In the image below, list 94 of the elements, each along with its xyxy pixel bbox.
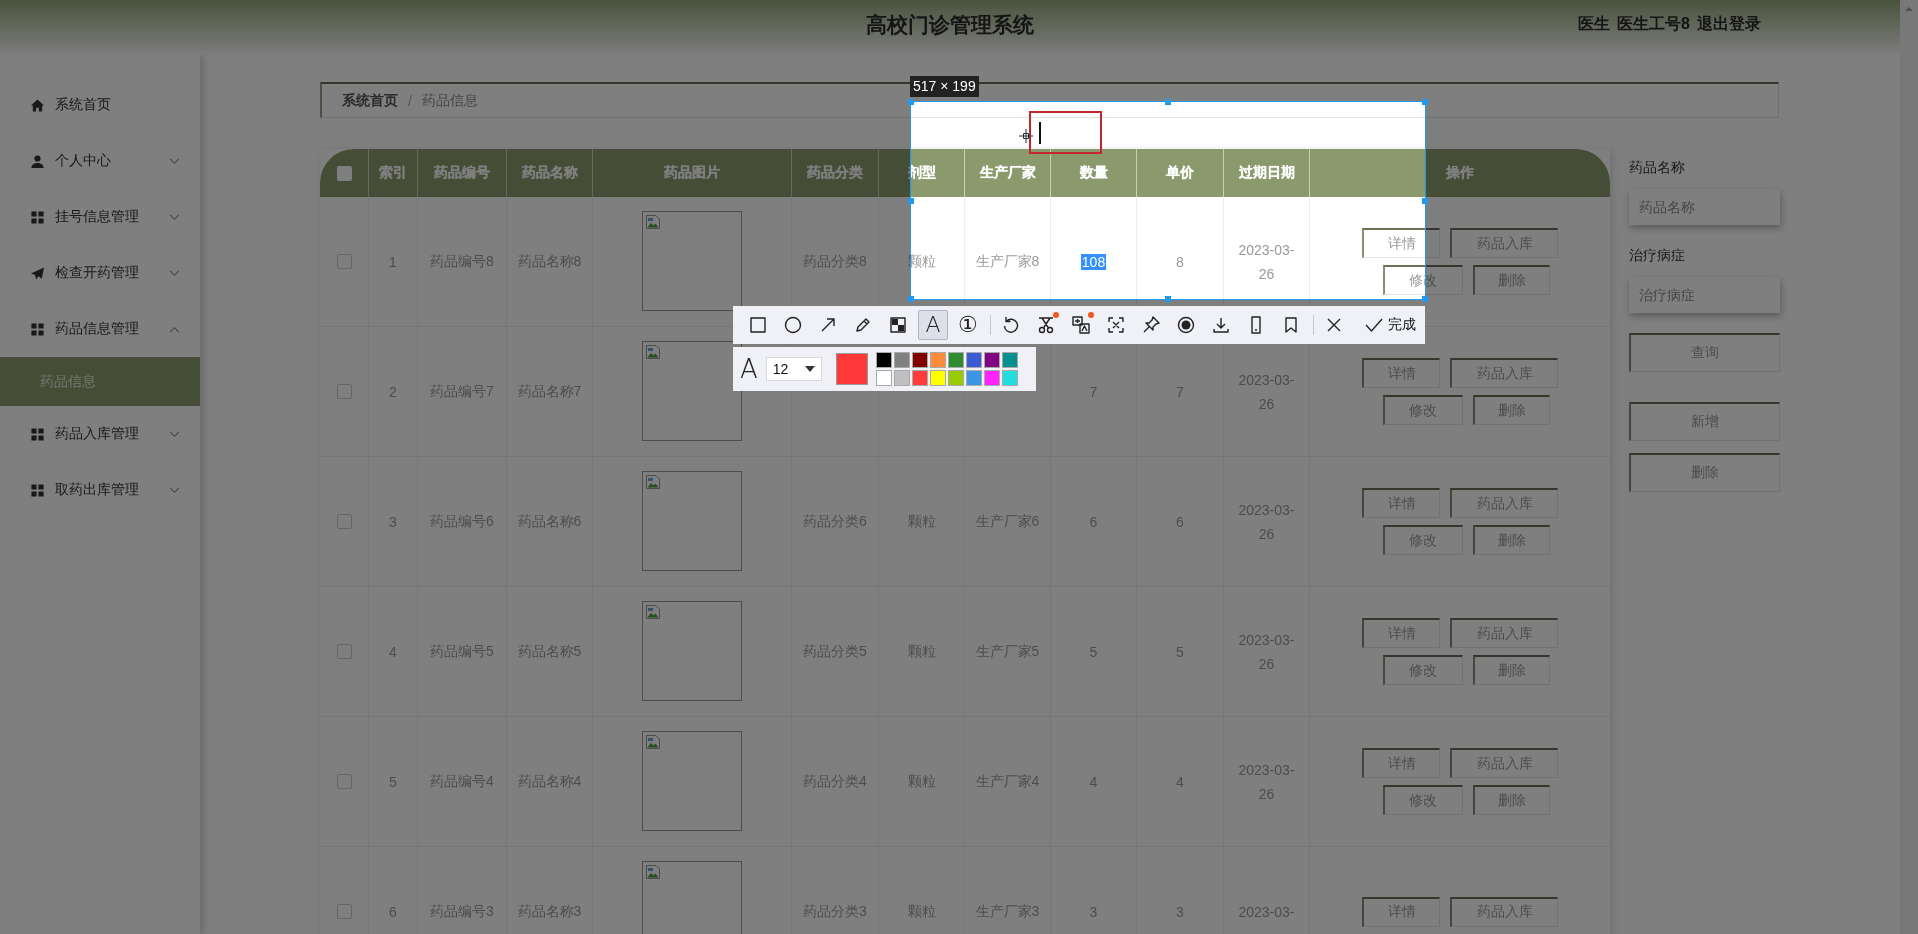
grid-icon [30,426,45,442]
grid-icon [30,321,45,337]
sidebar-item[interactable]: 药品信息管理 [0,301,200,357]
broken-image-icon [645,214,661,230]
field-label: 治疗病症 [1629,247,1686,265]
logout-link[interactable]: 退出登录 [1697,14,1761,35]
app-title: 高校门诊管理系统 [866,11,1034,38]
row-checkbox[interactable] [336,254,352,269]
home-icon [30,97,45,113]
user-name: 医生工号8 [1617,14,1690,34]
color-swatch[interactable] [983,370,1000,386]
column-header: 药品编号 [418,149,507,197]
breadcrumb-separator: / [408,92,412,109]
broken-image-icon [645,474,661,490]
column-header: 过期日期 [1224,149,1310,197]
color-swatch[interactable] [965,370,982,386]
color-swatch[interactable] [893,352,910,368]
column-header: 药品名称 [507,149,593,197]
column-header: 索引 [369,149,418,197]
expiry-date: 2023-03-26 [1237,240,1296,284]
current-color-swatch[interactable] [835,353,868,385]
resize-handle[interactable] [1165,296,1171,302]
column-header: 单价 [1137,149,1224,197]
resize-handle[interactable] [1422,99,1428,105]
caret-icon [804,366,815,372]
quantity-text: 108 [1080,253,1107,270]
field-label: 药品名称 [1629,159,1686,177]
rectangle-icon [748,315,768,335]
scan-icon [1106,315,1126,335]
color-swatch[interactable] [911,370,928,386]
color-swatch[interactable] [1001,370,1018,386]
undo-icon [1001,315,1021,335]
color-swatch[interactable] [947,352,964,368]
resize-handle[interactable] [908,99,914,105]
scrollbar[interactable] [1900,0,1918,934]
color-swatch[interactable] [947,370,964,386]
sidebar-item[interactable]: 药品入库管理 [0,406,200,462]
scissors-icon [1036,315,1056,335]
font-size-glyph: A [740,354,758,384]
color-swatch[interactable] [929,370,946,386]
column-header: 操作 [1445,163,1475,182]
color-swatch[interactable] [911,352,928,368]
done-button[interactable]: 完成 [1358,314,1422,336]
color-swatch[interactable] [929,352,946,368]
sidebar-item[interactable]: 挂号信息管理 [0,189,200,245]
grid-icon [30,209,45,225]
row-checkbox[interactable] [336,384,352,399]
resize-handle[interactable] [1422,296,1428,302]
column-header: 药品图片 [593,149,792,197]
breadcrumb-link[interactable]: 系统首页 [342,91,398,110]
text-tool[interactable]: A [918,310,948,340]
pin-icon [1141,315,1161,335]
selection-size-label: 517 × 199 [910,76,979,97]
translate-icon [1071,315,1091,335]
paper-plane-icon [30,265,45,281]
sidebar-item[interactable]: 个人中心 [0,133,200,189]
row-checkbox[interactable] [336,774,352,789]
resize-handle[interactable] [1422,197,1428,204]
resize-handle[interactable] [908,197,914,204]
resize-handle[interactable] [1165,99,1171,105]
color-swatch[interactable] [893,370,910,386]
user-role: 医生 [1578,14,1611,34]
user-icon [30,153,45,169]
row-checkbox[interactable] [336,904,352,919]
action-button[interactable]: 详情 [1362,228,1440,258]
color-swatch[interactable] [875,352,892,368]
sidebar-item[interactable]: 系统首页 [0,77,200,133]
grid-icon [30,482,45,498]
mosaic-icon [888,315,908,335]
broken-image-icon [645,734,661,750]
column-header: 药品分类 [792,149,879,197]
select-all-checkbox[interactable] [336,165,352,181]
circle-icon [783,315,803,335]
sidebar-item[interactable]: 检查开药管理 [0,245,200,301]
row-checkbox[interactable] [336,514,352,529]
crosshair-icon [1019,129,1033,143]
scroll-up-icon[interactable] [1904,6,1914,12]
sidebar-item[interactable]: 取药出库管理 [0,462,200,518]
text-cursor [1039,122,1041,144]
font-size-select[interactable]: 12 [765,357,822,381]
column-header: 生产厂家 [965,149,1051,197]
color-swatch[interactable] [875,370,892,386]
broken-image-icon [645,604,661,620]
download-icon [1211,315,1231,335]
broken-image-icon [645,864,661,880]
text-annotation-box[interactable] [1029,111,1102,154]
resize-handle[interactable] [908,296,914,302]
color-swatch[interactable] [1001,352,1018,368]
breadcrumb-link[interactable]: 药品信息 [421,91,478,110]
row-checkbox[interactable] [336,644,352,659]
broken-image-icon [645,344,661,360]
color-swatch[interactable] [983,352,1000,368]
color-swatch[interactable] [965,352,982,368]
record-icon [1176,315,1196,335]
